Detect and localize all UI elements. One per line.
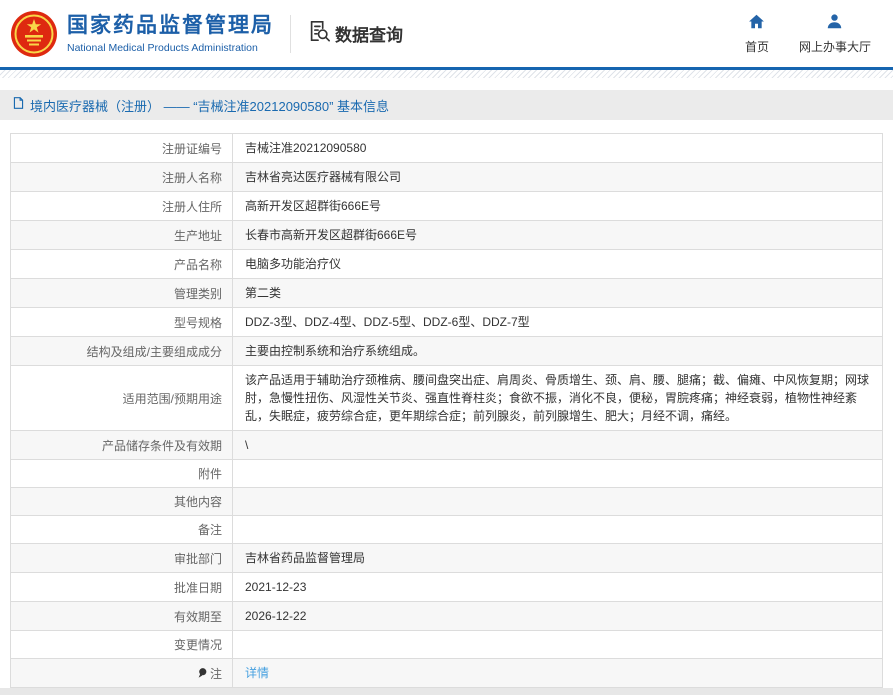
row-label: 其他内容 bbox=[10, 487, 233, 516]
row-value: 2026-12-22 bbox=[232, 601, 883, 631]
table-row: 有效期至 2026-12-22 bbox=[10, 601, 883, 631]
nav-item-label: 首页 bbox=[744, 39, 769, 54]
row-value: 详情 bbox=[232, 658, 883, 688]
row-label: 产品名称 bbox=[10, 249, 233, 279]
row-label: 注册证编号 bbox=[10, 133, 233, 163]
org-name-cn: 国家药品监督管理局 bbox=[67, 14, 274, 38]
nav-item-home[interactable]: 首页 bbox=[745, 13, 769, 55]
data-query-label: 数据查询 bbox=[335, 26, 403, 45]
org-name-en: National Medical Products Administration bbox=[67, 41, 258, 54]
page-title: 境内医疗器械（注册） —— “吉械注准20212090580” 基本信息 bbox=[30, 98, 390, 114]
row-value: 第二类 bbox=[232, 278, 883, 308]
note-pin-icon bbox=[197, 667, 208, 682]
table-row: 注详情 bbox=[10, 658, 883, 688]
row-label: 管理类别 bbox=[10, 278, 233, 308]
nmpa-emblem-logo bbox=[10, 10, 58, 58]
row-value bbox=[232, 515, 883, 544]
header-divider bbox=[290, 14, 291, 53]
document-icon bbox=[12, 96, 30, 115]
row-value: \ bbox=[232, 430, 883, 460]
table-row: 型号规格 DDZ-3型、DDZ-4型、DDZ-5型、DDZ-6型、DDZ-7型 bbox=[10, 307, 883, 337]
user-icon bbox=[826, 13, 843, 38]
footer-strip bbox=[0, 688, 893, 695]
info-table-body: 注册证编号 吉械注准20212090580 注册人名称 吉林省亮达医疗器械有限公司 注册… bbox=[10, 133, 883, 688]
row-label: 注 bbox=[10, 658, 233, 688]
registration-info-table: 注册证编号 吉械注准20212090580 注册人名称 吉林省亮达医疗器械有限公司 注册… bbox=[10, 133, 883, 688]
nav-item-label: 网上办事大厅 bbox=[798, 39, 871, 54]
page-header: 国家药品监督管理局 National Medical Products Admi… bbox=[0, 0, 893, 67]
row-label: 产品储存条件及有效期 bbox=[10, 430, 233, 460]
home-icon bbox=[748, 13, 765, 38]
row-label: 备注 bbox=[10, 515, 233, 544]
table-row: 批准日期 2021-12-23 bbox=[10, 572, 883, 602]
row-label: 有效期至 bbox=[10, 601, 233, 631]
row-value: DDZ-3型、DDZ-4型、DDZ-5型、DDZ-6型、DDZ-7型 bbox=[232, 307, 883, 337]
data-query-tab[interactable]: 数据查询 bbox=[307, 19, 403, 48]
table-row: 管理类别 第二类 bbox=[10, 278, 883, 308]
row-value bbox=[232, 459, 883, 488]
org-title-block: 国家药品监督管理局 National Medical Products Admi… bbox=[67, 13, 290, 53]
row-value: 电脑多功能治疗仪 bbox=[232, 249, 883, 279]
row-value: 2021-12-23 bbox=[232, 572, 883, 602]
row-label: 型号规格 bbox=[10, 307, 233, 337]
table-row: 变更情况 bbox=[10, 630, 883, 659]
table-row: 其他内容 bbox=[10, 487, 883, 516]
table-row: 产品名称 电脑多功能治疗仪 bbox=[10, 249, 883, 279]
nav-item-service-hall[interactable]: 网上办事大厅 bbox=[799, 13, 871, 55]
hatch-stripe-band bbox=[0, 70, 893, 78]
table-row: 附件 bbox=[10, 459, 883, 488]
header-nav: 首页 网上办事大厅 bbox=[745, 13, 871, 55]
registration-info-table-wrap: 注册证编号 吉械注准20212090580 注册人名称 吉林省亮达医疗器械有限公司 注册… bbox=[10, 133, 883, 688]
row-label: 结构及组成/主要组成成分 bbox=[10, 336, 233, 366]
row-value: 吉林省亮达医疗器械有限公司 bbox=[232, 162, 883, 192]
table-row: 备注 bbox=[10, 515, 883, 544]
row-label: 附件 bbox=[10, 459, 233, 488]
row-value: 该产品适用于辅助治疗颈椎病、腰间盘突出症、肩周炎、骨质增生、颈、肩、腰、腿痛；截… bbox=[232, 365, 883, 431]
table-row: 注册证编号 吉械注准20212090580 bbox=[10, 133, 883, 163]
table-row: 适用范围/预期用途 该产品适用于辅助治疗颈椎病、腰间盘突出症、肩周炎、骨质增生、颈… bbox=[10, 365, 883, 431]
table-row: 生产地址 长春市高新开发区超群街666E号 bbox=[10, 220, 883, 250]
row-value: 高新开发区超群街666E号 bbox=[232, 191, 883, 221]
table-row: 产品储存条件及有效期 \ bbox=[10, 430, 883, 460]
row-label: 注册人住所 bbox=[10, 191, 233, 221]
table-row: 注册人住所 高新开发区超群街666E号 bbox=[10, 191, 883, 221]
row-label: 审批部门 bbox=[10, 543, 233, 573]
table-row: 审批部门 吉林省药品监督管理局 bbox=[10, 543, 883, 573]
row-label: 注册人名称 bbox=[10, 162, 233, 192]
document-search-icon bbox=[307, 19, 331, 48]
row-value: 主要由控制系统和治疗系统组成。 bbox=[232, 336, 883, 366]
row-value bbox=[232, 487, 883, 516]
breadcrumb: 境内医疗器械（注册） —— “吉械注准20212090580” 基本信息 bbox=[0, 90, 893, 120]
table-row: 结构及组成/主要组成成分 主要由控制系统和治疗系统组成。 bbox=[10, 336, 883, 366]
row-value: 长春市高新开发区超群街666E号 bbox=[232, 220, 883, 250]
row-value: 吉林省药品监督管理局 bbox=[232, 543, 883, 573]
row-value bbox=[232, 630, 883, 659]
detail-link[interactable]: 详情 bbox=[245, 666, 269, 680]
row-value: 吉械注准20212090580 bbox=[232, 133, 883, 163]
table-row: 注册人名称 吉林省亮达医疗器械有限公司 bbox=[10, 162, 883, 192]
row-label: 批准日期 bbox=[10, 572, 233, 602]
row-label: 变更情况 bbox=[10, 630, 233, 659]
row-label: 生产地址 bbox=[10, 220, 233, 250]
row-label: 适用范围/预期用途 bbox=[10, 365, 233, 431]
